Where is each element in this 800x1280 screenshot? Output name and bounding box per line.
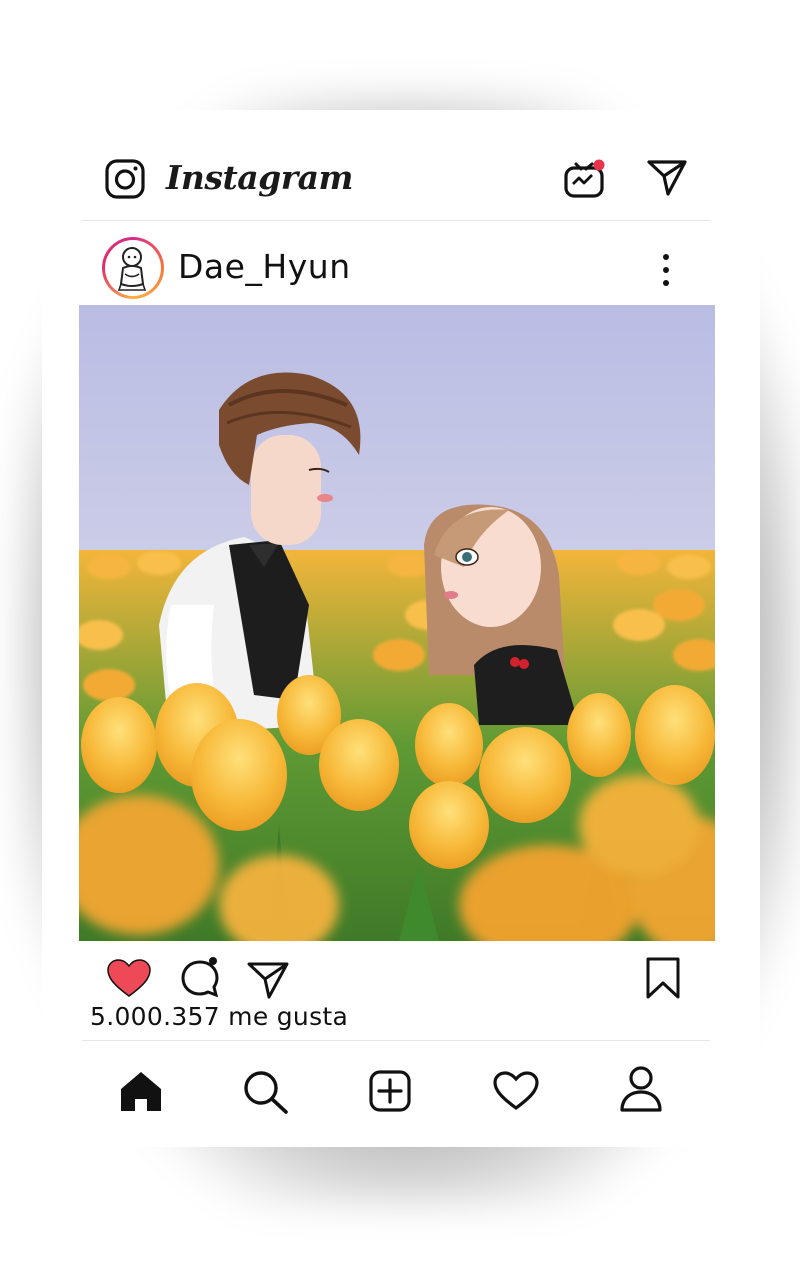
avatar[interactable] xyxy=(102,237,164,299)
profile-icon[interactable] xyxy=(618,1065,664,1113)
nav-divider xyxy=(82,1040,710,1041)
instagram-post-frame: Instagram Dae_Hyun 5.000.357 me gusta xyxy=(42,110,760,1147)
post-username[interactable]: Dae_Hyun xyxy=(178,247,351,286)
igtv-icon[interactable] xyxy=(562,155,608,201)
new-post-icon[interactable] xyxy=(368,1069,412,1113)
header-divider xyxy=(82,220,710,221)
share-icon[interactable] xyxy=(246,960,290,1000)
bookmark-icon[interactable] xyxy=(644,956,682,1000)
avatar-figure-icon xyxy=(117,247,147,291)
more-options-icon[interactable] xyxy=(660,252,672,288)
comment-icon[interactable] xyxy=(178,956,222,1000)
post-photo-illustration xyxy=(79,305,715,941)
instagram-logo-text: Instagram xyxy=(166,158,353,197)
like-count[interactable]: 5.000.357 me gusta xyxy=(90,1002,348,1031)
bottom-navigation xyxy=(42,1055,760,1147)
direct-message-icon[interactable] xyxy=(646,158,688,198)
home-icon[interactable] xyxy=(118,1069,164,1113)
activity-icon[interactable] xyxy=(492,1071,540,1111)
post-header: Dae_Hyun xyxy=(42,235,760,305)
camera-icon[interactable] xyxy=(104,158,146,200)
top-bar: Instagram xyxy=(42,110,760,220)
heart-icon[interactable] xyxy=(106,958,152,998)
search-icon[interactable] xyxy=(242,1069,290,1115)
post-image[interactable] xyxy=(79,305,715,941)
